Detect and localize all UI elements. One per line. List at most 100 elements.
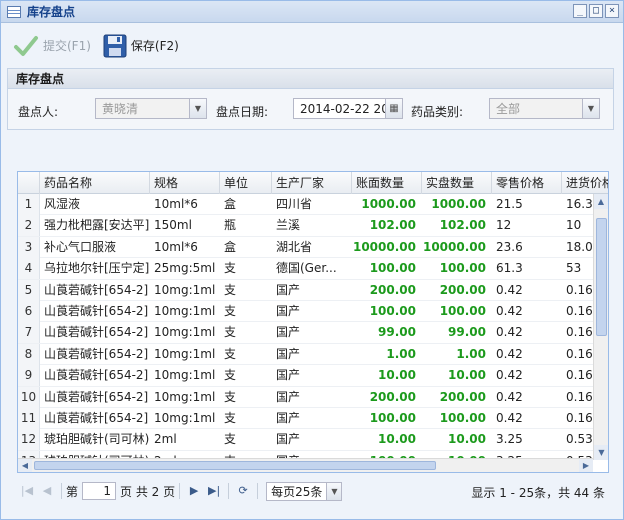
table-row[interactable]: 1 风湿液 10ml*6 盒 四川省 1000.00 1000.00 21.5 16.32 bbox=[18, 194, 593, 216]
minimize-button[interactable]: _ bbox=[573, 4, 587, 18]
column-header[interactable]: 进货价格 bbox=[562, 172, 608, 194]
book-qty-cell: 10000.00 bbox=[352, 239, 416, 254]
grid-header: 药品名称 规格 单位 生产厂家 账面数量 实盘数量 零售价格 进货价格 bbox=[18, 172, 608, 194]
column-header[interactable]: 实盘数量 bbox=[422, 172, 492, 194]
scroll-up-icon[interactable]: ▲ bbox=[594, 194, 608, 209]
calendar-icon[interactable]: ▦ bbox=[385, 99, 402, 118]
book-qty-cell: 99.00 bbox=[378, 325, 416, 340]
separator bbox=[257, 483, 259, 499]
counter-label: 盘点人: bbox=[18, 105, 59, 119]
scroll-left-icon[interactable]: ◀ bbox=[18, 459, 32, 472]
save-label: 保存(F2) bbox=[130, 39, 179, 53]
actual-qty-cell: 10.00 bbox=[448, 368, 486, 383]
book-qty-cell: 100.00 bbox=[369, 410, 416, 425]
prev-page-icon[interactable]: ◀ bbox=[39, 483, 55, 499]
form-row: 盘点人: 黄晓清 ▼ 盘点日期: 2014-02-22 20:01 ▦ 药品类别… bbox=[8, 89, 613, 129]
manufacturer-cell: 国产 bbox=[276, 303, 301, 318]
column-header[interactable]: 药品名称 bbox=[40, 172, 150, 194]
manufacturer-cell: 国产 bbox=[276, 325, 301, 340]
first-page-icon[interactable]: |◀ bbox=[19, 483, 35, 499]
vertical-scrollbar[interactable]: ▲ ▼ bbox=[593, 194, 608, 460]
chevron-down-icon[interactable]: ▼ bbox=[582, 99, 599, 118]
table-row[interactable]: 9 山莨菪碱针[654-2] 10mg:1ml 支 国产 10.00 10.00 0.42 0.… bbox=[18, 365, 593, 387]
row-number: 3 bbox=[18, 236, 40, 258]
table-row[interactable]: 8 山莨菪碱针[654-2] 10mg:1ml 支 国产 1.00 1.00 0.42 0.16 bbox=[18, 343, 593, 366]
drug-name-cell: 乌拉地尔针[压宁定] bbox=[44, 261, 150, 276]
column-header[interactable]: 账面数量 bbox=[352, 172, 422, 194]
spec-cell: 10ml*6 bbox=[154, 239, 198, 254]
actual-qty-cell: 1.00 bbox=[456, 346, 486, 361]
date-label: 盘点日期: bbox=[216, 105, 269, 119]
column-header[interactable]: 生产厂家 bbox=[272, 172, 352, 194]
counter-select[interactable]: 黄晓清 ▼ bbox=[95, 98, 207, 119]
actual-qty-cell: 1000.00 bbox=[431, 197, 486, 211]
table-row[interactable]: 12 琥珀胆碱针(司可林) 2ml 支 国产 10.00 10.00 3.25 0.537 bbox=[18, 429, 593, 451]
scroll-down-icon[interactable]: ▼ bbox=[594, 445, 608, 460]
table-row[interactable]: 7 山莨菪碱针[654-2] 10mg:1ml 支 国产 99.00 99.00 0.42 0.… bbox=[18, 322, 593, 344]
retail-price-cell: 23.6 bbox=[496, 239, 523, 254]
title-bar[interactable]: 库存盘点 _ □ × bbox=[1, 1, 623, 23]
book-qty-cell: 1000.00 bbox=[361, 197, 416, 211]
submit-button[interactable]: 提交(F1) bbox=[13, 33, 91, 59]
actual-qty-cell: 200.00 bbox=[439, 389, 486, 404]
column-header[interactable]: 规格 bbox=[150, 172, 220, 194]
scroll-right-icon[interactable]: ▶ bbox=[579, 459, 593, 472]
table-row[interactable]: 2 强力枇杷露[安达平] 150ml 瓶 兰溪 102.00 102.00 12 10 bbox=[18, 215, 593, 237]
paging-info: 显示 1 - 25条，共 44 条 bbox=[471, 486, 605, 500]
drug-name-cell: 山莨菪碱针[654-2] bbox=[44, 368, 149, 383]
unit-cell: 盒 bbox=[224, 239, 237, 254]
table-row[interactable]: 5 山莨菪碱针[654-2] 10mg:1ml 支 国产 200.00 200.00 0.42… bbox=[18, 279, 593, 301]
date-value: 2014-02-22 20:01 bbox=[300, 101, 385, 116]
spec-cell: 10mg:1ml bbox=[154, 389, 216, 404]
window-controls: _ □ × bbox=[573, 4, 619, 18]
purchase-price-cell: 10 bbox=[566, 218, 582, 233]
toolbar: 提交(F1) 保存(F2) bbox=[1, 23, 623, 68]
chevron-down-icon[interactable]: ▼ bbox=[326, 482, 342, 500]
horizontal-scrollbar[interactable]: ◀ ▶ bbox=[18, 458, 593, 472]
column-header[interactable]: 零售价格 bbox=[492, 172, 562, 194]
horizontal-scroll-thumb[interactable] bbox=[34, 461, 436, 470]
actual-qty-cell: 200.00 bbox=[439, 282, 486, 297]
save-button[interactable]: 保存(F2) bbox=[103, 34, 179, 58]
date-field[interactable]: 2014-02-22 20:01 ▦ bbox=[293, 98, 403, 119]
floppy-disk-icon bbox=[103, 34, 127, 57]
purchase-price-cell: 0.537 bbox=[566, 432, 593, 447]
spec-cell: 10ml*6 bbox=[154, 197, 198, 211]
row-number: 2 bbox=[18, 215, 40, 237]
counter-value: 黄晓清 bbox=[102, 102, 139, 116]
close-button[interactable]: × bbox=[605, 4, 619, 18]
row-number: 6 bbox=[18, 300, 40, 322]
unit-cell: 支 bbox=[224, 325, 237, 340]
column-header[interactable]: 单位 bbox=[220, 172, 272, 194]
page-size-select[interactable]: 每页25条 ▼ bbox=[266, 481, 343, 501]
maximize-button[interactable]: □ bbox=[589, 4, 603, 18]
row-number: 1 bbox=[18, 194, 40, 215]
retail-price-cell: 0.42 bbox=[496, 282, 523, 297]
unit-cell: 支 bbox=[224, 282, 237, 297]
table-row[interactable]: 10 山莨菪碱针[654-2] 10mg:1ml 支 国产 200.00 200.00 0.4… bbox=[18, 386, 593, 408]
separator bbox=[228, 483, 230, 499]
book-qty-cell: 100.00 bbox=[369, 261, 416, 276]
separator bbox=[179, 483, 181, 499]
manufacturer-cell: 兰溪 bbox=[276, 218, 301, 233]
table-row[interactable]: 6 山莨菪碱针[654-2] 10mg:1ml 支 国产 100.00 100.00 0.42… bbox=[18, 300, 593, 323]
category-select[interactable]: 全部 ▼ bbox=[489, 98, 600, 119]
panel-title: 库存盘点 bbox=[8, 69, 613, 89]
row-number: 11 bbox=[18, 407, 40, 429]
row-number: 8 bbox=[18, 343, 40, 365]
purchase-price-cell: 0.16 bbox=[566, 346, 593, 361]
vertical-scroll-thumb[interactable] bbox=[596, 218, 607, 336]
chevron-down-icon[interactable]: ▼ bbox=[189, 99, 206, 118]
table-row[interactable]: 3 补心气口服液 10ml*6 盒 湖北省 10000.00 10000.00 23.6 18.… bbox=[18, 236, 593, 259]
table-row[interactable]: 11 山莨菪碱针[654-2] 10mg:1ml 支 国产 100.00 100.00 0.4… bbox=[18, 407, 593, 430]
page-number-input[interactable]: 1 bbox=[82, 482, 117, 500]
category-label: 药品类别: bbox=[411, 105, 464, 119]
drug-name-cell: 山莨菪碱针[654-2] bbox=[44, 410, 149, 425]
refresh-icon[interactable]: ⟳ bbox=[235, 483, 251, 499]
table-row[interactable]: 4 乌拉地尔针[压宁定] 25mg:5ml 支 德国(Ger... 100.00 100.0… bbox=[18, 258, 593, 280]
next-page-icon[interactable]: ▶ bbox=[186, 483, 202, 499]
last-page-icon[interactable]: ▶| bbox=[206, 483, 222, 499]
book-qty-cell: 200.00 bbox=[369, 389, 416, 404]
unit-cell: 支 bbox=[224, 346, 237, 361]
spec-cell: 10mg:1ml bbox=[154, 368, 216, 383]
